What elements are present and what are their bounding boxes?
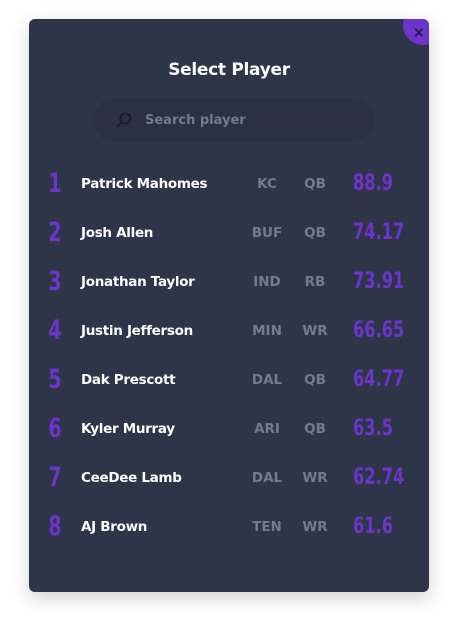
player-team: DAL (251, 470, 283, 486)
player-rank: 2 (48, 217, 62, 248)
player-score: 62.74 (353, 465, 405, 490)
player-team: MIN (252, 323, 282, 339)
player-team: TEN (252, 519, 282, 535)
player-position: WR (302, 323, 328, 339)
player-position: WR (302, 519, 328, 535)
player-row[interactable]: 6 Kyler Murray ARI QB 63.5 (29, 405, 429, 454)
player-position: QB (304, 372, 326, 388)
player-team: ARI (254, 421, 280, 437)
player-name: AJ Brown (81, 519, 148, 535)
player-row[interactable]: 3 Jonathan Taylor IND RB 73.91 (29, 258, 429, 307)
search-icon (116, 112, 132, 128)
player-name: Jonathan Taylor (81, 274, 195, 290)
close-button[interactable]: × (403, 19, 429, 45)
player-team: BUF (251, 225, 283, 241)
player-position: QB (304, 421, 326, 437)
player-row[interactable]: 2 Josh Allen BUF QB 74.17 (29, 209, 429, 258)
player-name: Kyler Murray (81, 421, 175, 437)
player-score: 63.5 (353, 416, 394, 441)
player-rank: 5 (48, 364, 62, 395)
player-score: 64.77 (353, 367, 405, 392)
player-rank: 8 (48, 511, 62, 542)
player-position: QB (304, 225, 326, 241)
player-position: RB (304, 274, 326, 290)
player-team: IND (253, 274, 281, 290)
player-rank: 1 (48, 168, 62, 199)
close-icon: × (413, 25, 425, 41)
player-name: Josh Allen (81, 225, 154, 241)
player-rank: 6 (48, 413, 62, 444)
player-row[interactable]: 8 AJ Brown TEN WR 61.6 (29, 503, 429, 552)
player-rank: 7 (48, 462, 62, 493)
dialog-title: Select Player (168, 60, 290, 80)
player-position: WR (302, 470, 328, 486)
player-row[interactable]: 7 CeeDee Lamb DAL WR 62.74 (29, 454, 429, 503)
player-score: 66.65 (353, 318, 405, 343)
player-row[interactable]: 1 Patrick Mahomes KC QB 88.9 (29, 160, 429, 209)
player-score: 61.6 (353, 514, 394, 539)
player-score: 74.17 (353, 220, 405, 245)
player-score: 88.9 (353, 171, 394, 196)
player-row[interactable]: 4 Justin Jefferson MIN WR 66.65 (29, 307, 429, 356)
player-team: DAL (251, 372, 283, 388)
player-name: CeeDee Lamb (81, 470, 182, 486)
select-player-dialog: × Select Player 1 Patrick Mahomes KC QB … (29, 19, 429, 592)
player-name: Patrick Mahomes (81, 176, 208, 192)
player-rank: 3 (48, 266, 62, 297)
player-team: KC (257, 176, 277, 192)
search-box (93, 99, 375, 141)
search-input[interactable] (145, 99, 365, 141)
player-rank: 4 (48, 315, 62, 346)
player-name: Dak Prescott (81, 372, 176, 388)
player-row[interactable]: 5 Dak Prescott DAL QB 64.77 (29, 356, 429, 405)
player-name: Justin Jefferson (81, 323, 193, 339)
player-score: 73.91 (353, 269, 405, 294)
player-position: QB (304, 176, 326, 192)
